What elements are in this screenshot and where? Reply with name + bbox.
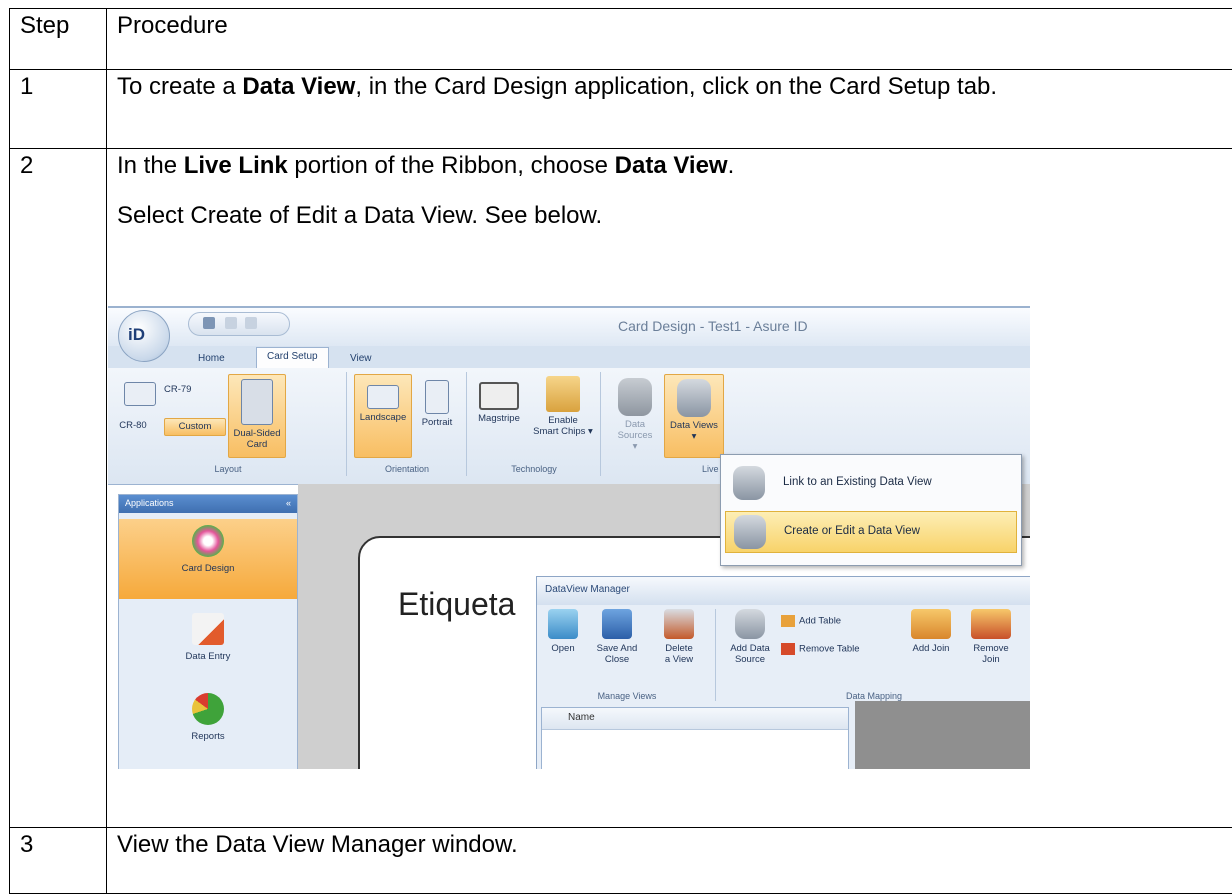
procedure-header: Procedure: [107, 9, 1232, 70]
step-number: 3: [10, 828, 107, 894]
open-button[interactable]: Open: [543, 609, 583, 654]
portrait-button[interactable]: Portrait: [412, 376, 462, 428]
add-table-button[interactable]: Add Table: [781, 615, 901, 627]
smart-chip-icon: [546, 376, 580, 412]
sidebar-item-reports[interactable]: Reports: [119, 687, 297, 757]
tab-view[interactable]: View: [340, 350, 382, 367]
orientation-group: Landscape Portrait Orientation: [348, 372, 467, 476]
database-link-icon: [733, 466, 765, 500]
card-icon: [124, 382, 156, 406]
technology-group: Magstripe Enable Smart Chips ▾ Technolog…: [468, 372, 601, 476]
layout-group: CR-79 CR-80 Custom Dual-Sided Card Layou…: [110, 372, 347, 476]
app-screenshot: Card Design - Test1 - Asure ID iD Home C…: [108, 306, 1030, 769]
redo-icon[interactable]: [245, 317, 257, 329]
table-row: 3 View the Data View Manager window.: [10, 828, 1232, 894]
mapping-area: [855, 701, 1030, 769]
sidebar-item-data-entry[interactable]: Data Entry: [119, 607, 297, 677]
custom-button[interactable]: Custom: [164, 418, 226, 436]
technology-group-label: Technology: [468, 464, 600, 474]
table-row: 1 To create a Data View, in the Card Des…: [10, 70, 1232, 149]
pie-chart-icon: [192, 693, 224, 725]
app-logo-text: iD: [128, 325, 145, 345]
save-icon[interactable]: [203, 317, 215, 329]
data-views-button[interactable]: Data Views ▾: [664, 374, 724, 458]
layout-group-label: Layout: [110, 464, 346, 474]
sidebar-item-card-design[interactable]: Card Design: [119, 519, 297, 599]
remove-join-icon: [971, 609, 1011, 639]
dual-sided-card-button[interactable]: Dual-Sided Card: [228, 374, 286, 458]
landscape-icon: [367, 385, 399, 409]
database-globe-icon: [734, 515, 766, 549]
delete-view-button[interactable]: Delete a View: [651, 609, 707, 665]
landscape-button[interactable]: Landscape: [354, 374, 412, 458]
portrait-icon: [425, 380, 449, 414]
step-number: 2: [10, 149, 107, 828]
dataview-manager-window: DataView Manager Open Save And Close Del…: [536, 576, 1030, 769]
step-header: Step: [10, 9, 107, 70]
data-mapping-label: Data Mapping: [719, 691, 1029, 701]
remove-table-button[interactable]: Remove Table: [781, 643, 901, 655]
data-views-dropdown: Link to an Existing Data View Create or …: [720, 454, 1022, 566]
delete-icon: [664, 609, 694, 639]
table-header-row: Step Procedure: [10, 9, 1232, 70]
step-number: 1: [10, 70, 107, 149]
sidebar-header: Applications«: [119, 495, 297, 513]
save-and-close-button[interactable]: Save And Close: [589, 609, 645, 665]
remove-join-button[interactable]: Remove Join: [963, 609, 1019, 665]
title-bar: Card Design - Test1 - Asure ID: [108, 306, 1030, 348]
add-join-button[interactable]: Add Join: [903, 609, 959, 654]
views-list[interactable]: Name: [541, 707, 849, 769]
orientation-group-label: Orientation: [348, 464, 466, 474]
window-title: Card Design - Test1 - Asure ID: [618, 318, 808, 334]
app-logo-button[interactable]: iD: [118, 310, 170, 362]
data-sources-button[interactable]: Data Sources ▾: [608, 378, 662, 452]
canvas-label: Etiqueta: [398, 586, 515, 623]
quick-access-toolbar[interactable]: [188, 312, 290, 336]
cr80-label: CR-80: [118, 420, 148, 431]
ribbon-tabs: Home Card Setup View: [108, 346, 1030, 368]
add-data-source-button[interactable]: Add Data Source: [723, 609, 777, 665]
menu-item-create-edit[interactable]: Create or Edit a Data View: [725, 511, 1017, 553]
data-views-icon: [677, 379, 711, 417]
cr80-button[interactable]: [120, 382, 160, 409]
add-database-icon: [735, 609, 765, 639]
procedure-text: To create a Data View, in the Card Desig…: [107, 70, 1232, 149]
dataview-manager-title: DataView Manager: [537, 577, 1030, 605]
magstripe-button[interactable]: Magstripe: [472, 378, 526, 424]
pin-icon[interactable]: «: [286, 498, 291, 508]
menu-item-link-existing[interactable]: Link to an Existing Data View: [725, 463, 1015, 503]
open-icon: [548, 609, 578, 639]
applications-sidebar: Applications« Card Design Data Entry Rep…: [118, 494, 298, 769]
undo-icon[interactable]: [225, 317, 237, 329]
dual-card-icon: [241, 379, 273, 425]
procedure-subtext: Select Create of Edit a Data View. See b…: [117, 199, 1232, 233]
add-join-icon: [911, 609, 951, 639]
save-icon: [602, 609, 632, 639]
magstripe-icon: [479, 382, 519, 410]
pencil-icon: [192, 613, 224, 645]
data-mapping-group: Add Data Source Add Table Remove Table A…: [719, 609, 1029, 701]
procedure-text: View the Data View Manager window.: [107, 828, 1232, 894]
manage-views-label: Manage Views: [539, 691, 715, 701]
tab-home[interactable]: Home: [188, 350, 235, 367]
color-wheel-icon: [192, 525, 224, 557]
manage-views-group: Open Save And Close Delete a View Manage…: [539, 609, 716, 701]
cr79-button[interactable]: CR-79: [164, 384, 224, 395]
database-icon: [618, 378, 652, 416]
add-table-icon: [781, 615, 795, 627]
enable-smart-chips-button[interactable]: Enable Smart Chips ▾: [530, 376, 596, 437]
remove-table-icon: [781, 643, 795, 655]
name-column-header[interactable]: Name: [542, 708, 848, 730]
